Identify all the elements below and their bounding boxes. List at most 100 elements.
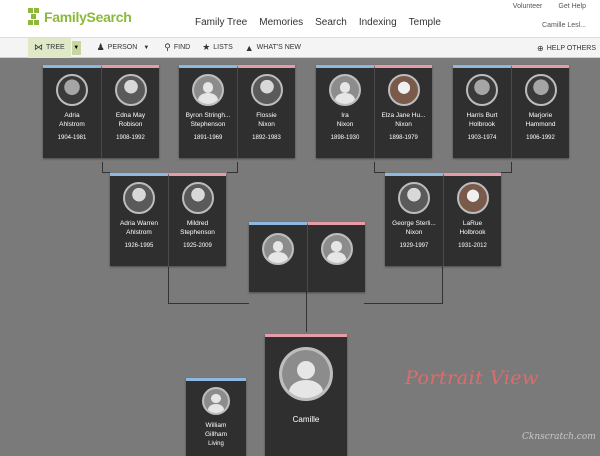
connector-line: [374, 172, 385, 173]
couple-card: Byron Stringh... Stephenson 1891-1969 Fl…: [179, 65, 295, 158]
whats-new-button[interactable]: ▲ WHAT'S NEW: [239, 38, 307, 58]
help-others-button[interactable]: ⊕ HELP OTHERS: [537, 38, 596, 58]
whats-new-label: WHAT'S NEW: [256, 44, 302, 51]
volunteer-link[interactable]: Volunteer: [513, 3, 543, 10]
person-last-name: Holbrook: [459, 229, 486, 236]
person-first-name: Mildred: [186, 220, 209, 227]
tree-view-button[interactable]: ⋈ TREE: [28, 37, 71, 58]
person-card[interactable]: Elza Jane Hu... Nixon 1898-1979: [374, 65, 432, 158]
star-icon: ★: [202, 42, 211, 52]
focus-person-card[interactable]: Camille: [265, 334, 347, 456]
tree-logo-icon: [28, 8, 42, 26]
person-photo: [524, 74, 557, 106]
find-button[interactable]: ⚲ FIND: [158, 38, 196, 58]
chevron-down-icon[interactable]: ▼: [71, 40, 81, 55]
nav-memories[interactable]: Memories: [259, 17, 303, 28]
chevron-down-icon: ▼: [143, 44, 150, 51]
person-photo: [456, 182, 489, 214]
person-card[interactable]: Mildred Stephenson 1925-2009: [168, 173, 226, 266]
connector-line: [227, 172, 238, 173]
person-dates: 1908-1992: [116, 135, 145, 141]
person-card[interactable]: Byron Stringh... Stephenson 1891-1969: [179, 65, 237, 158]
familysearch-logo[interactable]: FamilySearch: [28, 8, 132, 26]
person-last-name: Stephenson: [190, 121, 226, 128]
person-photo-placeholder: [262, 233, 294, 265]
person-first-name: Byron Stringh...: [185, 112, 231, 119]
connector-line: [168, 303, 249, 304]
person-icon: ♟: [96, 42, 105, 52]
mother-card[interactable]: [307, 222, 365, 292]
person-last-name: Ahlstrom: [126, 229, 152, 236]
connector-line: [168, 267, 169, 304]
person-first-name: Flossie: [256, 112, 277, 119]
person-dates: 1904-1981: [57, 135, 87, 141]
silhouette-icon: [194, 76, 222, 104]
father-card[interactable]: [249, 222, 307, 292]
connector-line: [501, 172, 512, 173]
person-first-name: Elza Jane Hu...: [381, 112, 426, 119]
lists-label: LISTS: [213, 44, 233, 51]
person-last-name: Holbrook: [468, 121, 495, 128]
main-nav: Family Tree Memories Search Indexing Tem…: [195, 17, 441, 28]
person-last-name: Robison: [118, 121, 143, 128]
megaphone-icon: ▲: [244, 42, 254, 53]
silhouette-icon: [204, 389, 228, 413]
top-header: FamilySearch Family Tree Memories Search…: [0, 0, 600, 38]
connector-line: [364, 303, 443, 304]
nav-search[interactable]: Search: [315, 17, 347, 28]
search-icon: ⚲: [164, 42, 171, 52]
person-card[interactable]: Edna May Robison 1908-1992: [101, 65, 159, 158]
person-dates: 1926-1995: [124, 243, 154, 249]
person-photo-placeholder: [192, 74, 224, 106]
user-menu[interactable]: Camille Lesl...: [542, 22, 586, 29]
tree-toolbar: ⋈ TREE ▼ ♟ PERSON ▼ ⚲ FIND ★ LISTS ▲ WHA…: [0, 37, 600, 58]
person-first-name: Harris Burt: [466, 112, 498, 119]
person-card[interactable]: George Sterli... Nixon 1929-1997: [385, 173, 443, 266]
person-card[interactable]: Adria Ahlstrom 1904-1981: [43, 65, 101, 158]
help-icon: ⊕: [537, 43, 544, 53]
couple-card: Ira Nixon 1898-1930 Elza Jane Hu... Nixo…: [316, 65, 432, 158]
person-photo-placeholder: [202, 387, 230, 415]
connector-line: [442, 267, 443, 304]
focus-person-name: Camille: [292, 415, 320, 424]
person-card[interactable]: Harris Burt Holbrook 1903-1974: [453, 65, 511, 158]
couple-card: Adria Warren Ahlstrom 1926-1995 Mildred …: [110, 173, 226, 266]
family-tree-canvas[interactable]: Adria Ahlstrom 1904-1981 Edna May Robiso…: [0, 59, 600, 456]
person-dates: 1898-1979: [389, 135, 418, 141]
person-last-name: Gillham: [204, 431, 228, 438]
person-card[interactable]: Flossie Nixon 1892-1983: [237, 65, 295, 158]
site-credit: Cknscratch.com: [522, 432, 596, 442]
person-dates: 1925-2009: [183, 243, 212, 249]
get-help-link[interactable]: Get Help: [558, 3, 586, 10]
person-photo-placeholder: [329, 74, 361, 106]
nav-family-tree[interactable]: Family Tree: [195, 17, 247, 28]
person-first-name: Marjorie: [528, 112, 553, 119]
help-others-label: HELP OTHERS: [546, 44, 596, 52]
utility-links: Volunteer Get Help: [513, 3, 586, 10]
person-photo: [56, 74, 88, 106]
lists-button[interactable]: ★ LISTS: [196, 38, 239, 58]
nav-indexing[interactable]: Indexing: [359, 17, 397, 28]
person-dates: 1891-1969: [193, 135, 223, 141]
person-photo: [398, 182, 430, 214]
person-card[interactable]: LaRue Holbrook 1931-2012: [443, 173, 501, 266]
person-photo: [123, 182, 155, 214]
find-label: FIND: [173, 44, 191, 51]
person-card[interactable]: Ira Nixon 1898-1930: [316, 65, 374, 158]
person-dates: 1906-1992: [526, 135, 555, 141]
nav-temple[interactable]: Temple: [409, 17, 441, 28]
person-photo: [114, 74, 147, 106]
child-card[interactable]: William Gillham Living: [186, 378, 246, 456]
person-first-name: LaRue: [462, 220, 483, 227]
person-card[interactable]: Adria Warren Ahlstrom 1926-1995: [110, 173, 168, 266]
couple-card: Harris Burt Holbrook 1903-1974 Marjorie …: [453, 65, 569, 158]
portrait-view-watermark: Portrait View: [405, 367, 539, 389]
person-label: PERSON: [107, 44, 138, 51]
person-card[interactable]: Marjorie Hammond 1906-1992: [511, 65, 569, 158]
person-last-name: Ahlstrom: [59, 121, 85, 128]
person-photo: [250, 74, 283, 106]
couple-card: Adria Ahlstrom 1904-1981 Edna May Robiso…: [43, 65, 159, 158]
person-button[interactable]: ♟ PERSON ▼: [91, 38, 159, 58]
person-last-name: Stephenson: [180, 229, 215, 236]
logo-text: FamilySearch: [44, 9, 132, 25]
